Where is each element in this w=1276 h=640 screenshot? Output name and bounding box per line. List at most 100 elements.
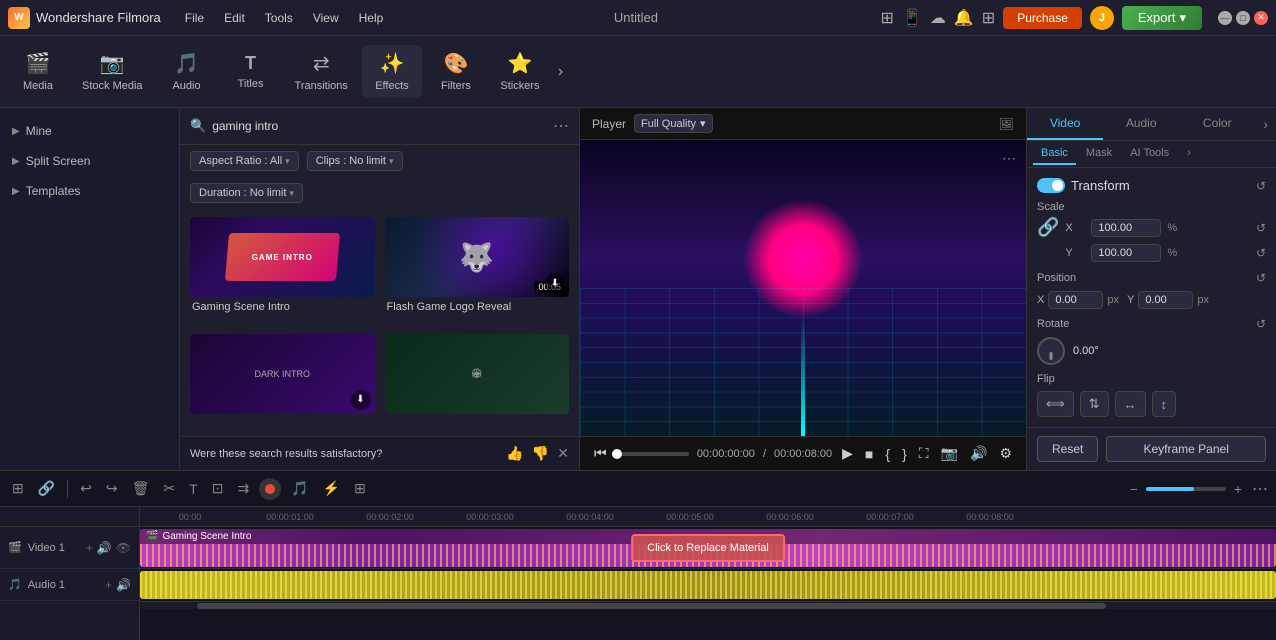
tab-expand-icon[interactable]: › bbox=[1255, 108, 1276, 140]
progress-bar[interactable] bbox=[617, 452, 689, 456]
tool-filters[interactable]: 🎨 Filters bbox=[426, 45, 486, 98]
cut-in-button[interactable]: { bbox=[883, 444, 892, 464]
feedback-close-button[interactable]: ✕ bbox=[557, 445, 569, 462]
audio-detach-button[interactable]: 🎵 bbox=[287, 478, 312, 499]
tab-video[interactable]: Video bbox=[1027, 108, 1103, 140]
scale-y-input[interactable] bbox=[1091, 244, 1161, 262]
clips-filter[interactable]: Clips : No limit ▾ bbox=[307, 151, 403, 171]
window-icon-1[interactable]: ⊞ bbox=[881, 8, 894, 28]
sub-tab-mask[interactable]: Mask bbox=[1078, 143, 1120, 165]
reset-button[interactable]: Reset bbox=[1037, 436, 1098, 462]
delete-button[interactable]: 🗑 bbox=[128, 478, 154, 499]
sidebar-item-templates[interactable]: ▶ Templates bbox=[0, 176, 179, 206]
template-gaming-scene-intro[interactable]: GAME INTRO Gaming Scene Intro bbox=[190, 217, 375, 324]
dark-intro-download-icon[interactable]: ⬇ bbox=[351, 390, 371, 410]
snapshot-button[interactable]: 📷 bbox=[939, 443, 960, 464]
zoom-out-button[interactable]: − bbox=[1126, 479, 1142, 499]
rotate-dial[interactable] bbox=[1037, 337, 1065, 365]
stabilize-button[interactable]: ⚡ bbox=[319, 478, 344, 499]
search-input[interactable] bbox=[212, 119, 547, 133]
skip-back-button[interactable]: ⏮ bbox=[592, 443, 609, 464]
window-icon-3[interactable]: ☁ bbox=[930, 8, 946, 28]
tool-stickers[interactable]: ⭐ Stickers bbox=[490, 45, 550, 98]
timeline-scrollbar[interactable] bbox=[140, 601, 1276, 609]
zoom-slider[interactable] bbox=[1146, 487, 1226, 491]
position-x-input[interactable] bbox=[1048, 291, 1103, 309]
audio1-volume-icon[interactable]: 🔊 bbox=[116, 578, 131, 592]
stop-button[interactable]: ■ bbox=[863, 444, 875, 464]
replace-material-overlay[interactable]: Click to Replace Material bbox=[631, 534, 785, 562]
scale-x-input[interactable] bbox=[1091, 219, 1161, 237]
zoom-in-button[interactable]: + bbox=[1230, 479, 1246, 499]
flip-h2-button[interactable]: ↔ bbox=[1115, 391, 1146, 417]
audio1-clip[interactable] bbox=[140, 571, 1276, 599]
sidebar-item-mine[interactable]: ▶ Mine bbox=[0, 116, 179, 146]
toolbar-expand-icon[interactable]: › bbox=[554, 59, 567, 85]
rotate-reset-icon[interactable]: ↺ bbox=[1256, 317, 1266, 331]
video1-eye-icon[interactable]: 👁 bbox=[116, 541, 131, 555]
duration-filter[interactable]: Duration : No limit ▾ bbox=[190, 183, 303, 203]
window-icon-5[interactable]: ⊞ bbox=[982, 8, 995, 28]
menu-help[interactable]: Help bbox=[351, 7, 392, 29]
timeline-more-icon[interactable]: ⋯ bbox=[1252, 479, 1268, 499]
aspect-ratio-filter[interactable]: Aspect Ratio : All ▾ bbox=[190, 151, 299, 171]
speed-button[interactable]: ⇉ bbox=[233, 478, 253, 499]
position-y-input[interactable] bbox=[1138, 291, 1193, 309]
tool-stock-media[interactable]: 📷 Stock Media bbox=[72, 45, 153, 98]
volume-button[interactable]: 🔊 bbox=[968, 443, 989, 464]
sidebar-item-split-screen[interactable]: ▶ Split Screen bbox=[0, 146, 179, 176]
link-tracks-button[interactable]: 🔗 bbox=[34, 478, 59, 499]
text-button[interactable]: T bbox=[185, 479, 202, 499]
tab-color[interactable]: Color bbox=[1179, 108, 1255, 140]
player-more-icon[interactable]: ⋯ bbox=[1002, 150, 1016, 167]
export-button[interactable]: Export ▾ bbox=[1122, 6, 1202, 30]
audio1-add-icon[interactable]: + bbox=[105, 578, 112, 592]
video1-audio-icon[interactable]: 🔊 bbox=[97, 541, 112, 555]
player-screenshot-icon[interactable]: 🖼 bbox=[999, 117, 1014, 131]
transform-reset-icon[interactable]: ↺ bbox=[1256, 179, 1266, 193]
settings-button[interactable]: ⚙ bbox=[997, 443, 1014, 464]
thumbs-down-icon[interactable]: 👎 bbox=[532, 445, 549, 462]
template-stadium-intro[interactable]: 🏟 bbox=[385, 334, 570, 429]
scale-y-reset-icon[interactable]: ↺ bbox=[1256, 246, 1266, 260]
tab-audio[interactable]: Audio bbox=[1103, 108, 1179, 140]
window-icon-4[interactable]: 🔔 bbox=[954, 8, 974, 28]
timeline-scroll-thumb[interactable] bbox=[197, 603, 1106, 609]
tool-transitions[interactable]: ⇄ Transitions bbox=[285, 45, 358, 98]
cut-out-button[interactable]: } bbox=[900, 444, 909, 464]
undo-button[interactable]: ↩ bbox=[76, 478, 96, 499]
tool-titles[interactable]: T Titles bbox=[221, 47, 281, 96]
lock-icon[interactable]: 🔗 bbox=[1037, 217, 1059, 238]
fullscreen-button[interactable]: ⛶ bbox=[917, 443, 931, 464]
sub-tab-ai-tools[interactable]: AI Tools bbox=[1122, 143, 1177, 165]
menu-file[interactable]: File bbox=[177, 7, 212, 29]
redo-button[interactable]: ↪ bbox=[102, 478, 122, 499]
close-button[interactable]: ✕ bbox=[1254, 11, 1268, 25]
thumbs-up-icon[interactable]: 👍 bbox=[506, 445, 523, 462]
flip-horizontal-button[interactable]: ⟺ bbox=[1037, 391, 1074, 417]
video1-add-icon[interactable]: + bbox=[86, 541, 93, 555]
tool-effects[interactable]: ✨ Effects bbox=[362, 45, 422, 98]
keyframe-panel-button[interactable]: Keyframe Panel bbox=[1106, 436, 1266, 462]
flip-vertical-button[interactable]: ⇅ bbox=[1080, 391, 1109, 417]
menu-edit[interactable]: Edit bbox=[216, 7, 253, 29]
sub-tab-expand-icon[interactable]: › bbox=[1179, 143, 1199, 165]
menu-view[interactable]: View bbox=[305, 7, 347, 29]
grid-button[interactable]: ⊞ bbox=[350, 478, 370, 499]
transform-toggle[interactable] bbox=[1037, 178, 1065, 193]
minimize-button[interactable]: — bbox=[1218, 11, 1232, 25]
cut-button[interactable]: ✂ bbox=[159, 478, 179, 499]
window-icon-2[interactable]: 📱 bbox=[902, 8, 922, 28]
purchase-button[interactable]: Purchase bbox=[1003, 7, 1082, 29]
tool-audio[interactable]: 🎵 Audio bbox=[157, 45, 217, 98]
flip-v2-button[interactable]: ↕ bbox=[1152, 391, 1177, 417]
scale-x-reset-icon[interactable]: ↺ bbox=[1256, 221, 1266, 235]
maximize-button[interactable]: □ bbox=[1236, 11, 1250, 25]
tool-media[interactable]: 🎬 Media bbox=[8, 45, 68, 98]
flash-game-download-icon[interactable]: ⬇ bbox=[545, 273, 565, 293]
record-button[interactable] bbox=[259, 478, 281, 500]
menu-tools[interactable]: Tools bbox=[257, 7, 301, 29]
search-more-icon[interactable]: ⋯ bbox=[553, 116, 569, 136]
add-track-button[interactable]: ⊞ bbox=[8, 478, 28, 499]
play-button[interactable]: ▶ bbox=[840, 443, 855, 464]
